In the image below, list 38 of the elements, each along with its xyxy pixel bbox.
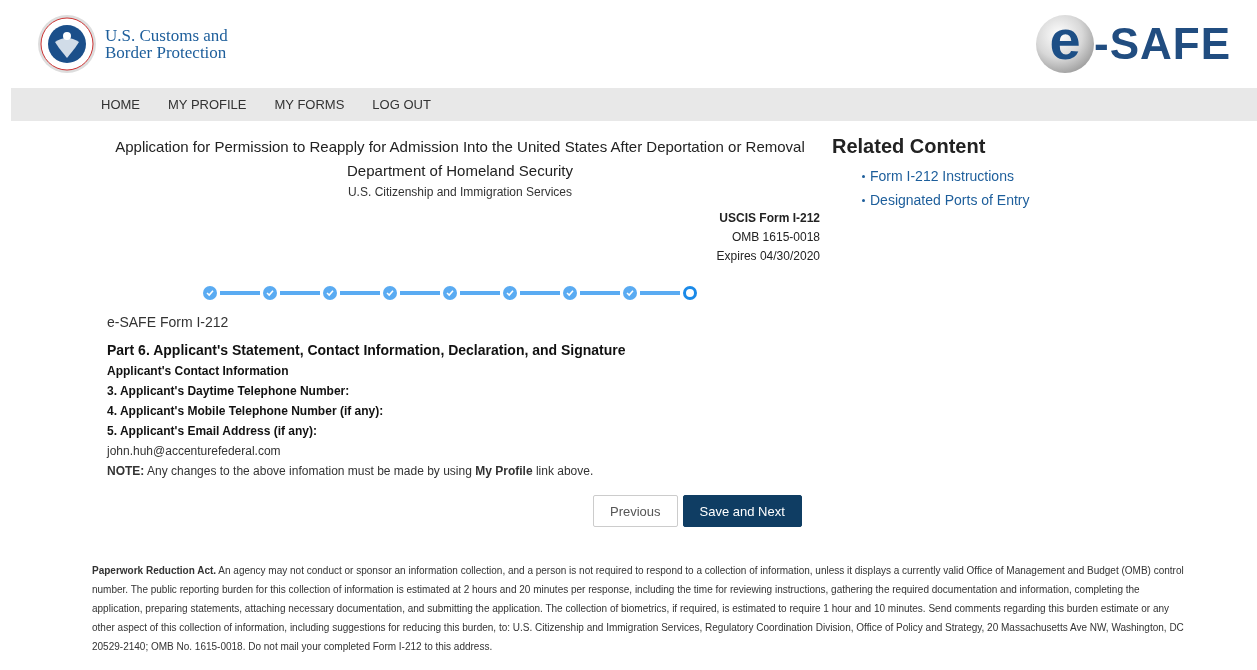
section-title: Part 6. Applicant's Statement, Contact Information, Declaration, and Signature [107,342,627,358]
step-connector [460,291,500,295]
nav-link[interactable]: HOME [101,97,140,112]
form-label: e-SAFE Form I-212 [107,314,230,330]
seal-logo [37,14,97,74]
agency-name: U.S. Customs and Border Protection [105,27,228,61]
paperwork-notice: Paperwork Reduction Act. An agency may not conduct or sponsor an information collection, and a person is not required to respond to a collection of information, unless it displays a currently valid Office of Management and Budget (OMB) control number. The public reporting burden for this collection of information is estimated at 2 hours and 20 minutes per response, including the time for reviewing instructions, gathering the required documentation and information, completing the application, preparing statements, attaching necessary documentation, and submitting the application. The collection of biometrics, if required, is estimated to require 1 hour and 10 minutes. Send comments regarding this burden estimate or any other aspect of this collection of information, including suggestions for reducing this burden, to: U.S. Citizenship and Immigration Services, Regulatory Coordination Division, Office of Policy and Strategy, 20 Massachusetts Ave NW, Washington, DC 20529-2140; OMB No. 1615-0018. Do not mail your completed Form I-212 to this address. [92,564,1185,654]
omb-number: OMB 1615-0018 [730,229,820,246]
step-connector [400,291,440,295]
department-name: Department of Homeland Security [346,161,574,181]
previous-button[interactable]: Previous [593,495,678,527]
step-connector [340,291,380,295]
nav-link[interactable]: MY PROFILE [168,97,247,112]
field-label: 5. Applicant's Email Address (if any): [107,423,318,440]
related-link[interactable]: Designated Ports of Entry [870,188,1030,212]
step-connector [640,291,680,295]
section-subtitle: Applicant's Contact Information [107,363,290,380]
related-link[interactable]: Form I-212 Instructions [870,164,1014,188]
agency-name: U.S. Citizenship and Immigration Services [346,185,574,199]
step-connector [520,291,560,295]
step-connector [220,291,260,295]
step-connector [580,291,620,295]
brand-logo-mark: e [1036,15,1094,73]
save-next-button[interactable]: Save and Next [682,495,802,527]
field-value: john.huh@accenturefederal.com [107,443,282,460]
bullet-icon [862,198,865,202]
related-content-title: Related Content [832,135,987,158]
expiry-date: Expires 04/30/2020 [715,248,820,265]
note-text: NOTE: Any changes to the above infomation must be made by using My Profile link above. [107,463,595,480]
brand-logo-text: -SAFE [1094,19,1231,69]
step-connector [280,291,320,295]
nav-link[interactable]: MY FORMS [274,97,345,112]
field-label: 4. Applicant's Mobile Telephone Number (if any): [107,403,385,420]
nav-link[interactable]: LOG OUT [372,97,431,112]
form-number: USCIS Form I-212 [718,210,820,227]
bullet-icon [862,174,865,178]
form-title: Application for Permission to Reapply for Admission Into the United States After Deportation or Removal [114,137,806,157]
field-label: 3. Applicant's Daytime Telephone Number: [107,383,351,400]
